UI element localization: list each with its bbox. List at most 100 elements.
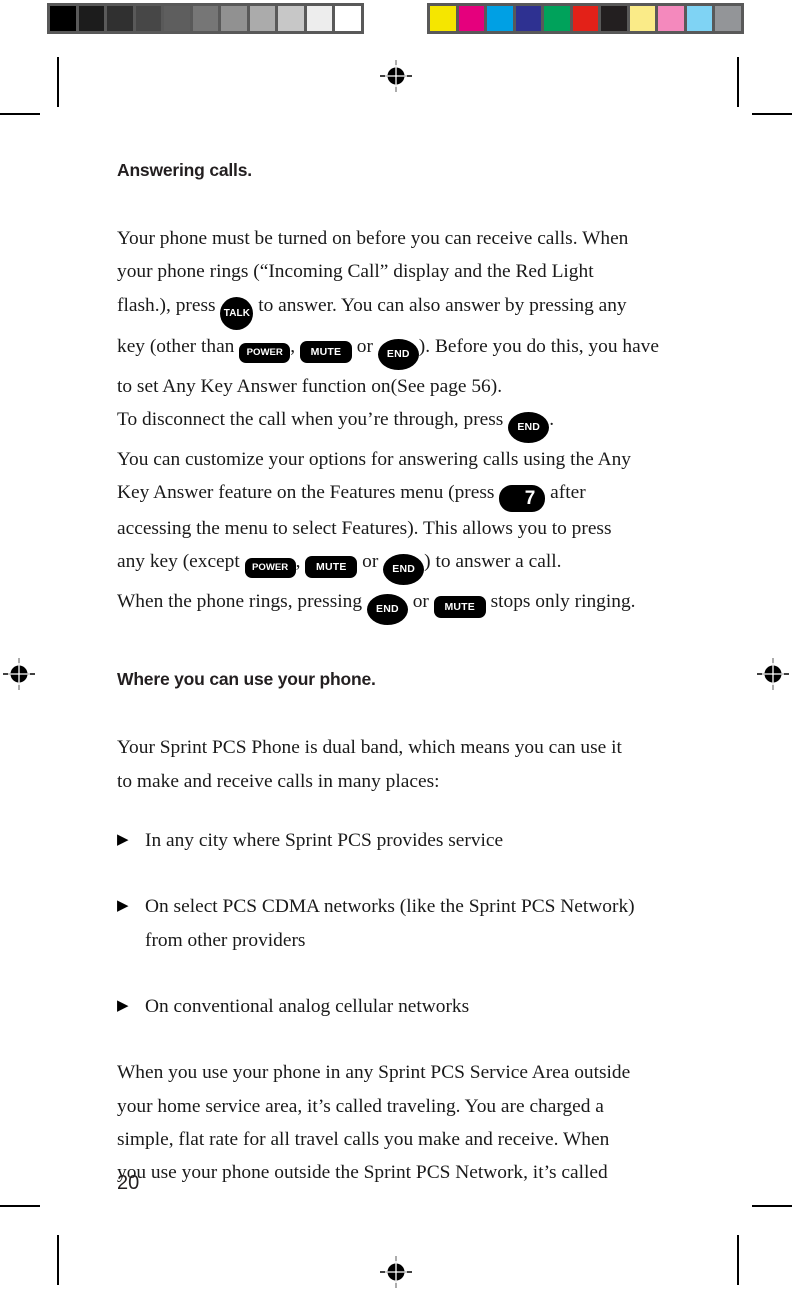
text-run: When the phone rings, pressing bbox=[117, 591, 367, 613]
text-line: To disconnect the call when you’re throu… bbox=[117, 403, 681, 443]
text-line: to make and receive calls in many places… bbox=[117, 770, 440, 792]
color-swatch bbox=[430, 6, 456, 31]
paragraph-dual-band-intro: Your Sprint PCS Phone is dual band, whic… bbox=[117, 731, 681, 798]
color-swatch bbox=[572, 6, 599, 31]
text-line: you use your phone outside the Sprint PC… bbox=[117, 1162, 608, 1184]
triangle-bullet-icon: ▶ bbox=[117, 898, 129, 915]
text-line: When you use your phone in any Sprint PC… bbox=[117, 1062, 631, 1084]
text-run: . bbox=[549, 408, 555, 430]
list-item-label: In any city where Sprint PCS provides se… bbox=[145, 830, 504, 852]
crop-mark-top-left-horizontal bbox=[0, 113, 40, 115]
text-run: ) to answer a call. bbox=[424, 551, 562, 573]
text-line: simple, flat rate for all travel calls y… bbox=[117, 1128, 610, 1150]
heading-answering-calls: Answering calls. bbox=[117, 160, 252, 180]
text-run: any key (except bbox=[117, 551, 245, 573]
list-item-label: On select PCS CDMA networks (like the Sp… bbox=[145, 896, 635, 918]
text-line: your home service area, it’s called trav… bbox=[117, 1095, 604, 1117]
grayscale-swatch bbox=[335, 6, 362, 31]
phone-key-end-icon: END bbox=[383, 554, 425, 586]
text-run: after bbox=[545, 482, 586, 504]
text-run: to answer. You can also answer by pressi… bbox=[253, 294, 627, 316]
text-run: accessing the menu to select Features). … bbox=[117, 518, 612, 540]
grayscale-swatch bbox=[135, 6, 162, 31]
text-run: ). Before you do this, you have bbox=[418, 335, 659, 357]
registration-target-top bbox=[380, 60, 412, 92]
list-item: ▶ On select PCS CDMA networks (like the S… bbox=[117, 890, 681, 923]
grayscale-calibration-bar bbox=[47, 3, 364, 34]
grayscale-swatch bbox=[50, 6, 76, 31]
page-number: 20 bbox=[117, 1172, 140, 1194]
text-run: , bbox=[295, 551, 306, 573]
grayscale-swatch bbox=[249, 6, 276, 31]
phone-key-talk-icon: TALK bbox=[220, 296, 254, 330]
color-swatch bbox=[686, 6, 713, 31]
registration-target-bottom bbox=[380, 1256, 412, 1288]
text-run: flash.), press bbox=[117, 294, 221, 316]
text-run: your phone rings (“Incoming Call” displa… bbox=[117, 261, 594, 283]
grayscale-swatch bbox=[107, 6, 133, 31]
list-item-label: On conventional analog cellular networks bbox=[145, 995, 470, 1017]
list-item: ▶ In any city where Sprint PCS provides s… bbox=[117, 824, 681, 857]
crop-mark-top-left-vertical bbox=[57, 57, 59, 107]
crop-mark-bottom-right-vertical bbox=[737, 1235, 739, 1285]
grayscale-swatch bbox=[306, 6, 333, 31]
phone-key-end-icon: END bbox=[377, 338, 419, 370]
text-run: Key Answer feature on the Features menu … bbox=[117, 482, 500, 504]
grayscale-swatch bbox=[192, 6, 219, 31]
grayscale-swatch bbox=[278, 6, 304, 31]
crop-mark-top-right-horizontal bbox=[752, 113, 792, 115]
crop-mark-bottom-right-horizontal bbox=[752, 1205, 792, 1207]
grayscale-swatch bbox=[164, 6, 190, 31]
phone-key-mute-icon: MUTE bbox=[433, 596, 486, 619]
registration-target-left bbox=[3, 658, 35, 690]
text-line: to set Any Key Answer function on(See pa… bbox=[117, 370, 681, 403]
heading-where-you-can-use-your-phone: Where you can use your phone. bbox=[117, 669, 376, 690]
list-item: ▶ On conventional analog cellular network… bbox=[117, 990, 681, 1023]
phone-key-power-icon: POWER bbox=[239, 342, 291, 363]
phone-key-power-icon: POWER bbox=[244, 558, 296, 579]
text-line: flash.), press TALK to answer. You can a… bbox=[117, 289, 681, 330]
color-swatch bbox=[629, 6, 656, 31]
color-swatch bbox=[487, 6, 513, 31]
grayscale-swatch bbox=[221, 6, 247, 31]
triangle-bullet-icon: ▶ bbox=[117, 832, 129, 849]
text-run: You can customize your options for answe… bbox=[117, 448, 631, 470]
text-run: to set Any Key Answer function on(See pa… bbox=[117, 375, 503, 397]
text-line: Your phone must be turned on before you … bbox=[117, 222, 681, 255]
text-line: key (other than POWER, MUTE or END). Bef… bbox=[117, 330, 681, 370]
page-content: Answering calls. Your phone must be turn… bbox=[117, 160, 681, 1189]
text-run: To disconnect the call when you’re throu… bbox=[117, 408, 509, 430]
triangle-bullet-icon: ▶ bbox=[117, 997, 129, 1014]
phone-key-end-icon: END bbox=[508, 411, 550, 443]
registration-target-right bbox=[757, 658, 789, 690]
phone-key-mute-icon: MUTE bbox=[299, 340, 352, 363]
text-run: or bbox=[407, 591, 434, 613]
text-line: Key Answer feature on the Features menu … bbox=[117, 476, 681, 513]
color-swatch bbox=[601, 6, 627, 31]
coverage-bullet-list: ▶ In any city where Sprint PCS provides s… bbox=[117, 824, 681, 1023]
phone-key-mute-icon: MUTE bbox=[305, 556, 358, 579]
text-run: or bbox=[351, 335, 378, 357]
paragraph-answering-calls: Your phone must be turned on before you … bbox=[117, 222, 681, 626]
text-run: stops only ringing. bbox=[485, 591, 636, 613]
text-line: You can customize your options for answe… bbox=[117, 443, 681, 476]
text-run: Your phone must be turned on before you … bbox=[117, 228, 629, 249]
crop-mark-top-right-vertical bbox=[737, 57, 739, 107]
phone-key-7-icon: 7 bbox=[499, 485, 546, 513]
color-swatch bbox=[544, 6, 570, 31]
crop-mark-bottom-left-vertical bbox=[57, 1235, 59, 1285]
paragraph-traveling-info: When you use your phone in any Sprint PC… bbox=[117, 1056, 681, 1189]
phone-key-end-icon: END bbox=[366, 594, 408, 626]
text-line: accessing the menu to select Features). … bbox=[117, 512, 681, 545]
color-swatch bbox=[658, 6, 684, 31]
grayscale-swatch bbox=[78, 6, 105, 31]
text-run: , bbox=[290, 335, 300, 357]
text-run: or bbox=[357, 551, 384, 573]
list-item-label: from other providers bbox=[145, 929, 306, 951]
